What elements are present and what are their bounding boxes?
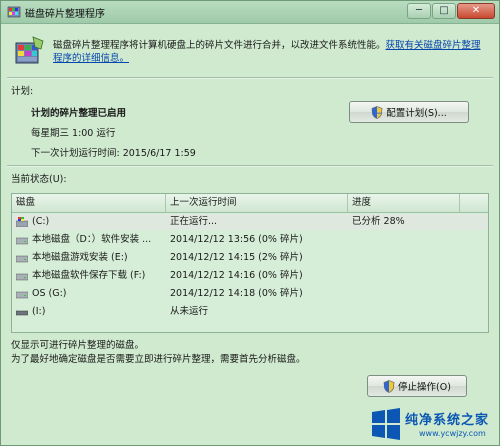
removable-drive-icon [16,310,28,316]
disk-list[interactable]: 磁盘 上一次运行时间 进度 (C:) 正在运行... 已分析 28% 本地磁盘（… [11,193,489,333]
hard-drive-icon [16,273,28,281]
main-content: 磁盘碎片整理程序将计算机硬盘上的碎片文件进行合并，以改进文件系统性能。获取有关磁… [7,25,493,441]
last-run: 2014/12/12 13:56 (0% 碎片) [170,234,303,245]
schedule-frequency: 每星期三 1:00 运行 [31,128,116,139]
progress: 已分析 28% [352,216,405,227]
progress [352,304,462,320]
uac-shield-icon [383,379,395,393]
configure-schedule-label: 配置计划(S)... [386,108,447,119]
divider [7,77,493,79]
divider [7,165,493,167]
disk-row[interactable]: 本地磁盘软件保存下载 (F:) 2014/12/12 14:16 (0% 碎片) [12,268,488,284]
schedule-status-title: 计划的碎片整理已启用 [31,108,127,119]
defrag-app-icon [15,36,44,64]
column-header-progress[interactable]: 进度 [348,194,460,212]
watermark-url: www.ycwjzy.com [419,429,486,438]
site-watermark: 纯净系统之家 www.ycwjzy.com [369,405,499,445]
disk-name: 本地磁盘游戏安装 (E:) [32,252,128,263]
disk-name: (C:) [32,216,50,227]
last-run: 2014/12/12 14:16 (0% 碎片) [170,270,303,281]
last-run: 正在运行... [170,216,218,227]
schedule-next-run: 下一次计划运行时间: 2015/6/17 1:59 [31,148,196,159]
window-controls: ─ □ ✕ [407,3,495,19]
intro-text: 磁盘碎片整理程序将计算机硬盘上的碎片文件进行合并，以改进文件系统性能。 [53,40,386,51]
intro-section: 磁盘碎片整理程序将计算机硬盘上的碎片文件进行合并，以改进文件系统性能。获取有关磁… [7,31,493,73]
column-header-disk[interactable]: 磁盘 [12,194,166,212]
schedule-section-label: 计划: [11,86,34,97]
configure-schedule-button[interactable]: 配置计划(S)... [349,101,469,123]
progress [352,268,462,284]
disk-row[interactable]: 本地磁盘游戏安装 (E:) 2014/12/12 14:15 (2% 碎片) [12,250,488,266]
disk-row[interactable]: OS (G:) 2014/12/12 14:18 (0% 碎片) [12,286,488,302]
system-drive-icon [16,217,28,227]
disk-row[interactable]: (I:) 从未运行 [12,304,488,320]
column-header-last-run[interactable]: 上一次运行时间 [166,194,348,212]
watermark-logo-icon [372,408,400,440]
hard-drive-icon [16,255,28,263]
footer-note-1: 仅显示可进行碎片整理的磁盘。 [11,340,145,351]
defrag-window: 磁盘碎片整理程序 ─ □ ✕ 磁盘碎片整理程序将计算机硬盘上的碎片文件进行合并，… [0,0,500,446]
current-status-label: 当前状态(U): [11,174,67,185]
window-title: 磁盘碎片整理程序 [25,9,105,20]
stop-operation-button[interactable]: 停止操作(O) [367,375,467,397]
hard-drive-icon [16,237,28,245]
disk-name: 本地磁盘（D：）软件安装 ... [32,234,152,245]
intro-description: 磁盘碎片整理程序将计算机硬盘上的碎片文件进行合并，以改进文件系统性能。获取有关磁… [53,39,483,65]
progress [352,250,462,266]
hard-drive-icon [16,291,28,299]
last-run: 从未运行 [170,306,209,317]
disk-name: OS (G:) [32,288,67,299]
progress [352,286,462,302]
progress [352,232,462,248]
watermark-title: 纯净系统之家 [405,413,490,428]
title-bar[interactable]: 磁盘碎片整理程序 ─ □ ✕ [1,1,499,24]
disk-name: 本地磁盘软件保存下载 (F:) [32,270,146,281]
disk-row[interactable]: 本地磁盘（D：）软件安装 ... 2014/12/12 13:56 (0% 碎片… [12,232,488,248]
stop-operation-label: 停止操作(O) [398,382,451,393]
uac-shield-icon [371,105,383,119]
disk-list-header: 磁盘 上一次运行时间 进度 [12,194,488,213]
footer-note-2: 为了最好地确定磁盘是否需要立即进行碎片整理，需要首先分析磁盘。 [11,354,306,365]
disk-name: (I:) [32,306,46,317]
defrag-app-icon [7,6,21,18]
minimize-button[interactable]: ─ [407,3,431,19]
close-button[interactable]: ✕ [457,3,495,19]
last-run: 2014/12/12 14:18 (0% 碎片) [170,288,303,299]
maximize-button[interactable]: □ [432,3,456,19]
disk-row[interactable]: (C:) 正在运行... 已分析 28% [12,214,488,230]
last-run: 2014/12/12 14:15 (2% 碎片) [170,252,303,263]
